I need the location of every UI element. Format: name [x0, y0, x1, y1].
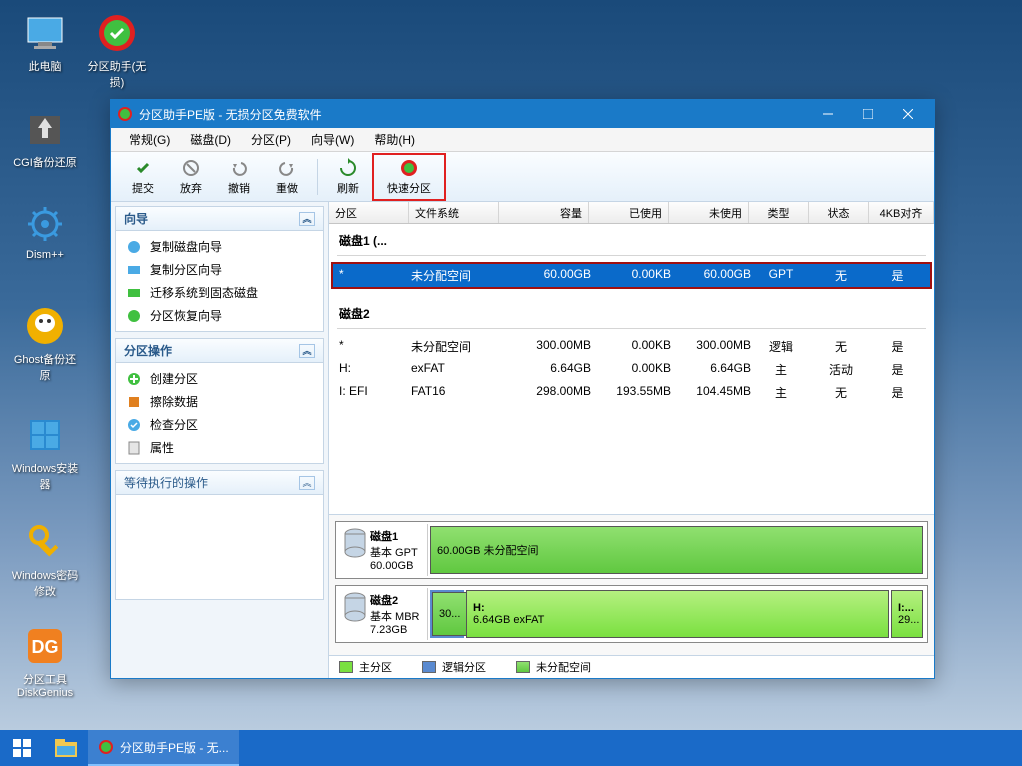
maximize-button[interactable]: [848, 100, 888, 128]
svg-text:DG: DG: [32, 637, 59, 657]
refresh-button[interactable]: 刷新: [324, 156, 372, 198]
desktop-label: 分区工具DiskGenius: [10, 671, 80, 699]
th-capacity[interactable]: 容量: [499, 202, 589, 223]
app-icon: [117, 106, 133, 122]
app-window: 分区助手PE版 - 无损分区免费软件 常规(G) 磁盘(D) 分区(P) 向导(…: [110, 99, 935, 679]
menu-wizard[interactable]: 向导(W): [301, 129, 364, 150]
desktop-label: Ghost备份还原: [10, 351, 80, 383]
left-panel: 向导︽ 复制磁盘向导 复制分区向导 迁移系统到固态磁盘 分区恢复向导 分区操作︽…: [111, 202, 329, 678]
partition-table-header: 分区 文件系统 容量 已使用 未使用 类型 状态 4KB对齐: [329, 202, 934, 224]
commit-button[interactable]: 提交: [119, 156, 167, 198]
th-type[interactable]: 类型: [749, 202, 809, 223]
quick-partition-button[interactable]: 快速分区: [375, 156, 443, 198]
copy-disk-wizard[interactable]: 复制磁盘向导: [116, 235, 323, 258]
collapse-icon[interactable]: ︽: [299, 212, 315, 226]
desktop-label: Windows密码修改: [10, 567, 80, 599]
migrate-ssd-wizard[interactable]: 迁移系统到固态磁盘: [116, 281, 323, 304]
desktop-icon-partition-assistant[interactable]: 分区助手(无损): [82, 12, 152, 90]
disk2-title[interactable]: 磁盘2: [337, 301, 926, 329]
toolbar-separator: [317, 159, 318, 195]
minimize-button[interactable]: [808, 100, 848, 128]
desktop-label: 此电脑: [10, 58, 80, 74]
menu-bar: 常规(G) 磁盘(D) 分区(P) 向导(W) 帮助(H): [111, 128, 934, 152]
disk1-group: 磁盘1 (... * 未分配空间 60.00GB 0.00KB 60.00GB …: [337, 228, 926, 289]
legend-unallocated: 未分配空间: [516, 659, 591, 675]
desktop-label: Dism++: [10, 249, 80, 261]
disk2-info: 磁盘2基本 MBR7.23GB: [338, 588, 428, 640]
partition-recovery-wizard[interactable]: 分区恢复向导: [116, 304, 323, 327]
operations-header: 分区操作︽: [116, 339, 323, 363]
th-partition[interactable]: 分区: [329, 202, 409, 223]
check-partition[interactable]: 检查分区: [116, 413, 323, 436]
partition-table-body: 磁盘1 (... * 未分配空间 60.00GB 0.00KB 60.00GB …: [329, 224, 934, 514]
menu-disk[interactable]: 磁盘(D): [180, 129, 241, 150]
desktop-icon-dism[interactable]: Dism++: [10, 203, 80, 261]
legend-primary: 主分区: [339, 659, 392, 675]
legend-logical: 逻辑分区: [422, 659, 486, 675]
desktop-label: 分区助手(无损): [82, 58, 152, 90]
disk-block-primary[interactable]: I:...29...: [891, 590, 923, 638]
desktop-label: CGI备份还原: [10, 154, 80, 170]
taskbar-app-button[interactable]: 分区助手PE版 - 无...: [88, 730, 239, 766]
collapse-icon[interactable]: ︽: [299, 476, 315, 490]
th-status[interactable]: 状态: [809, 202, 869, 223]
pending-operations: 等待执行的操作︽: [115, 470, 324, 600]
th-used[interactable]: 已使用: [589, 202, 669, 223]
menu-general[interactable]: 常规(G): [119, 129, 180, 150]
pending-header: 等待执行的操作︽: [116, 471, 323, 495]
copy-partition-wizard[interactable]: 复制分区向导: [116, 258, 323, 281]
redo-button[interactable]: 重做: [263, 156, 311, 198]
table-row[interactable]: * 未分配空间 300.00MB 0.00KB 300.00MB 逻辑 无 是: [337, 335, 926, 358]
disk-block-logical[interactable]: 30...: [430, 590, 464, 638]
taskbar-explorer-icon[interactable]: [44, 730, 88, 766]
operations-section: 分区操作︽ 创建分区 擦除数据 检查分区 属性: [115, 338, 324, 464]
desktop-label: Windows安装器: [10, 460, 80, 492]
wizard-header: 向导︽: [116, 207, 323, 231]
collapse-icon[interactable]: ︽: [299, 344, 315, 358]
disk1-map[interactable]: 磁盘1基本 GPT60.00GB 60.00GB 未分配空间: [335, 521, 928, 579]
desktop-icon-ghost[interactable]: Ghost备份还原: [10, 305, 80, 383]
taskbar: 分区助手PE版 - 无...: [0, 730, 1022, 766]
disk2-map[interactable]: 磁盘2基本 MBR7.23GB 30... H:6.64GB exFAT I:.…: [335, 585, 928, 643]
wizard-section: 向导︽ 复制磁盘向导 复制分区向导 迁移系统到固态磁盘 分区恢复向导: [115, 206, 324, 332]
th-free[interactable]: 未使用: [669, 202, 749, 223]
disk-map-area: 磁盘1基本 GPT60.00GB 60.00GB 未分配空间 磁盘2基本 MBR…: [329, 514, 934, 656]
desktop-icon-cgi-backup[interactable]: CGI备份还原: [10, 108, 80, 170]
th-4kb[interactable]: 4KB对齐: [869, 202, 934, 223]
desktop-icon-win-password[interactable]: Windows密码修改: [10, 521, 80, 599]
desktop-icon-this-pc[interactable]: 此电脑: [10, 12, 80, 74]
undo-button[interactable]: 撤销: [215, 156, 263, 198]
discard-button[interactable]: 放弃: [167, 156, 215, 198]
title-bar: 分区助手PE版 - 无损分区免费软件: [111, 100, 934, 128]
quick-partition-highlight: 快速分区: [372, 153, 446, 201]
th-filesystem[interactable]: 文件系统: [409, 202, 499, 223]
desktop-icon-diskgenius[interactable]: DG 分区工具DiskGenius: [10, 625, 80, 699]
disk1-title[interactable]: 磁盘1 (...: [337, 228, 926, 256]
menu-help[interactable]: 帮助(H): [364, 129, 425, 150]
disk-block-primary[interactable]: H:6.64GB exFAT: [466, 590, 889, 638]
disk-block-unallocated[interactable]: 60.00GB 未分配空间: [430, 526, 923, 574]
disk1-info: 磁盘1基本 GPT60.00GB: [338, 524, 428, 576]
wipe-data[interactable]: 擦除数据: [116, 390, 323, 413]
menu-partition[interactable]: 分区(P): [241, 129, 301, 150]
create-partition[interactable]: 创建分区: [116, 367, 323, 390]
right-panel: 分区 文件系统 容量 已使用 未使用 类型 状态 4KB对齐 磁盘1 (... …: [329, 202, 934, 678]
properties[interactable]: 属性: [116, 436, 323, 459]
toolbar: 提交 放弃 撤销 重做 刷新 快速分区: [111, 152, 934, 202]
close-button[interactable]: [888, 100, 928, 128]
legend: 主分区 逻辑分区 未分配空间: [329, 656, 934, 678]
disk2-group: 磁盘2 * 未分配空间 300.00MB 0.00KB 300.00MB 逻辑 …: [337, 301, 926, 404]
start-button[interactable]: [0, 730, 44, 766]
window-title: 分区助手PE版 - 无损分区免费软件: [139, 106, 808, 123]
table-row[interactable]: * 未分配空间 60.00GB 0.00KB 60.00GB GPT 无 是: [331, 262, 932, 289]
table-row[interactable]: I: EFI FAT16 298.00MB 193.55MB 104.45MB …: [337, 381, 926, 404]
table-row[interactable]: H: exFAT 6.64GB 0.00KB 6.64GB 主 活动 是: [337, 358, 926, 381]
desktop-icon-win-installer[interactable]: Windows安装器: [10, 414, 80, 492]
